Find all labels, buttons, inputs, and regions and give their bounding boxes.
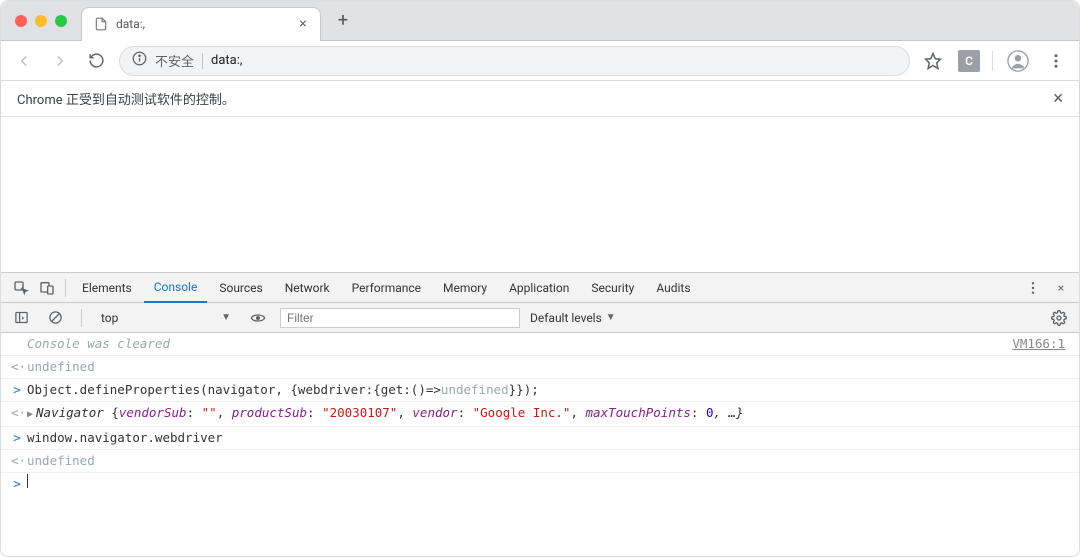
security-label: 不安全 <box>155 51 194 70</box>
console-input-line[interactable]: > Object.defineProperties(navigator, {we… <box>1 379 1079 402</box>
window-close-button[interactable] <box>15 15 27 27</box>
tab-application[interactable]: Application <box>499 273 579 303</box>
clear-console-button[interactable] <box>43 306 67 330</box>
automation-infobar: Chrome 正受到自动测试软件的控制。 × <box>1 81 1079 117</box>
console-result[interactable]: <· undefined <box>1 450 1079 473</box>
tab-console[interactable]: Console <box>144 273 208 303</box>
device-toolbar-button[interactable] <box>35 276 59 300</box>
toolbar-separator <box>992 51 993 71</box>
devtools-separator <box>65 279 66 297</box>
cleared-message: Console was cleared <box>23 333 1012 355</box>
browser-tab[interactable]: data:, × <box>81 7 321 41</box>
tab-performance[interactable]: Performance <box>342 273 431 303</box>
window-controls <box>1 15 81 27</box>
profile-button[interactable] <box>1005 48 1031 74</box>
console-result[interactable]: <· ▶Navigator {vendorSub: "", productSub… <box>1 402 1079 427</box>
url-text: data:, <box>211 53 242 68</box>
tab-sources[interactable]: Sources <box>209 273 272 303</box>
tab-close-button[interactable]: × <box>296 17 310 31</box>
console-message[interactable]: Console was cleared VM166:1 <box>1 333 1079 356</box>
input-code: window.navigator.webdriver <box>23 427 1069 449</box>
result-text: undefined <box>23 450 1069 472</box>
tab-network[interactable]: Network <box>275 273 340 303</box>
tab-title: data:, <box>116 17 288 31</box>
devtools-close-button[interactable]: × <box>1049 276 1073 300</box>
browser-toolbar: 不安全 data:, C <box>1 41 1079 81</box>
tab-elements[interactable]: Elements <box>72 273 142 303</box>
infobar-message: Chrome 正受到自动测试软件的控制。 <box>17 89 1053 108</box>
page-content <box>1 117 1079 272</box>
context-label: top <box>101 311 118 325</box>
chevron-down-icon: ▼ <box>606 312 616 323</box>
address-bar[interactable]: 不安全 data:, <box>119 46 910 76</box>
live-expression-button[interactable] <box>246 306 270 330</box>
console-input-line[interactable]: > window.navigator.webdriver <box>1 427 1079 450</box>
console-log: Console was cleared VM166:1 <· undefined… <box>1 333 1079 495</box>
result-text: undefined <box>23 356 1069 378</box>
window-zoom-button[interactable] <box>55 15 67 27</box>
devtools-tabbar: Elements Console Sources Network Perform… <box>1 273 1079 303</box>
inspect-element-button[interactable] <box>9 276 33 300</box>
levels-label: Default levels <box>530 311 602 325</box>
console-result[interactable]: <· undefined <box>1 356 1079 379</box>
console-settings-button[interactable] <box>1047 306 1071 330</box>
console-sidebar-toggle[interactable] <box>9 306 33 330</box>
window-titlebar: data:, × + <box>1 1 1079 41</box>
object-preview: ▶Navigator {vendorSub: "", productSub: "… <box>23 402 1069 426</box>
text-cursor <box>27 474 28 488</box>
reload-button[interactable] <box>83 48 109 74</box>
back-button[interactable] <box>11 48 37 74</box>
chrome-menu-button[interactable] <box>1043 48 1069 74</box>
chevron-down-icon: ▼ <box>221 312 231 323</box>
message-source-link[interactable]: VM166:1 <box>1012 333 1069 355</box>
tab-memory[interactable]: Memory <box>433 273 497 303</box>
console-prompt[interactable]: > <box>1 473 1079 495</box>
execution-context-selector[interactable]: top ▼ <box>96 308 236 328</box>
console-filter-input[interactable] <box>280 308 520 328</box>
console-toolbar-separator <box>81 309 82 327</box>
omnibox-separator <box>202 53 203 69</box>
devtools-more-button[interactable] <box>1021 276 1045 300</box>
console-toolbar: top ▼ Default levels ▼ <box>1 303 1079 333</box>
devtools-panel: Elements Console Sources Network Perform… <box>1 272 1079 495</box>
forward-button[interactable] <box>47 48 73 74</box>
file-icon <box>94 17 108 31</box>
tab-audits[interactable]: Audits <box>646 273 700 303</box>
tab-security[interactable]: Security <box>581 273 644 303</box>
log-levels-selector[interactable]: Default levels ▼ <box>530 311 616 325</box>
expand-icon[interactable]: ▶ <box>27 409 33 420</box>
input-code: Object.defineProperties(navigator, {webd… <box>23 379 1069 401</box>
extension-badge[interactable]: C <box>958 50 980 72</box>
info-icon[interactable] <box>132 51 147 70</box>
bookmark-star-button[interactable] <box>920 48 946 74</box>
infobar-close-button[interactable]: × <box>1053 88 1063 109</box>
window-minimize-button[interactable] <box>35 15 47 27</box>
new-tab-button[interactable]: + <box>329 7 357 35</box>
toolbar-right: C <box>920 48 1069 74</box>
